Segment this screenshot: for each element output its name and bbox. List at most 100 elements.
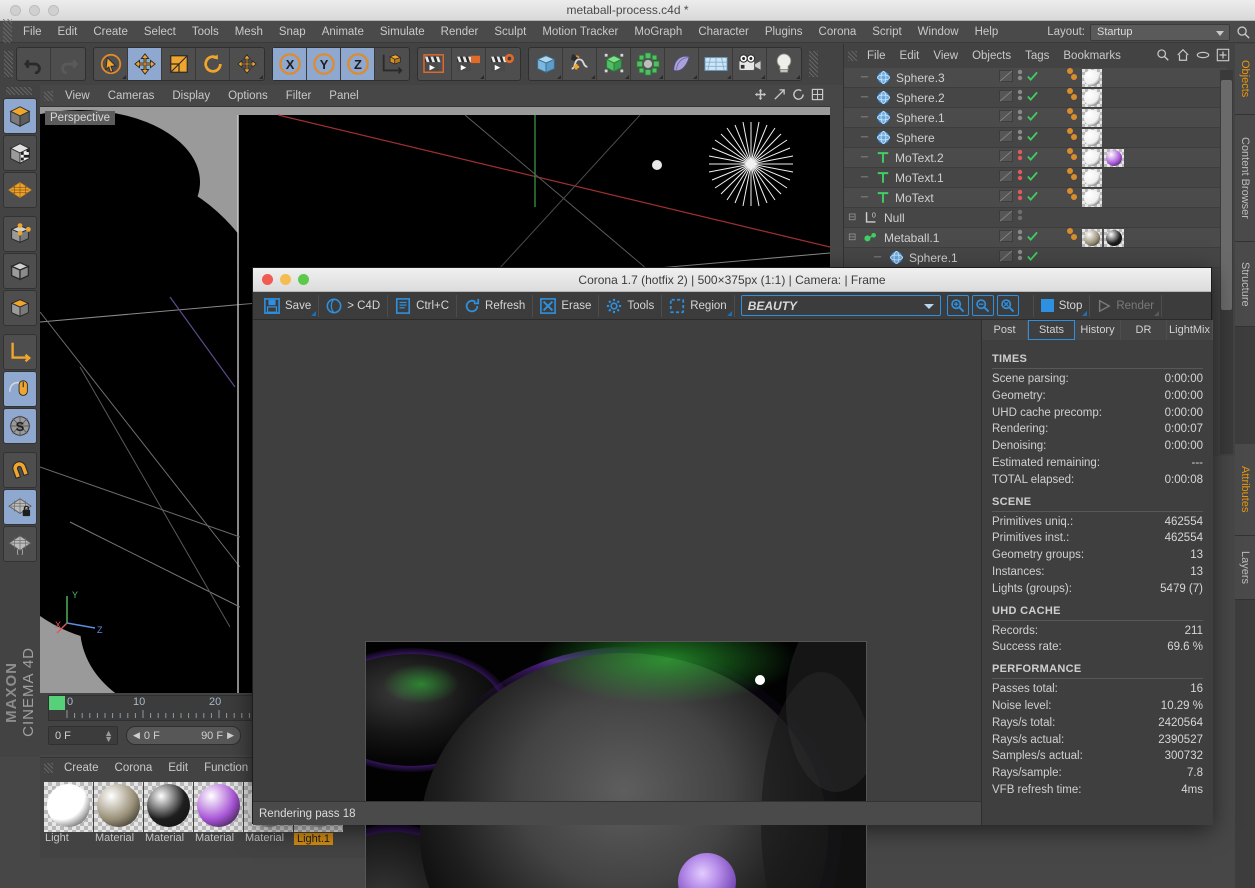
object-row[interactable]: ─ MoText <box>844 188 1227 208</box>
current-frame-marker[interactable] <box>49 696 65 710</box>
range-next-icon[interactable]: ▶ <box>227 730 234 741</box>
x-axis-lock-button[interactable]: X <box>273 48 307 80</box>
enabled-check-icon[interactable] <box>1027 189 1038 207</box>
material-menu-grip[interactable] <box>44 763 53 773</box>
material-thumbnail[interactable] <box>194 782 243 832</box>
vfb-erase-button[interactable]: Erase <box>533 294 600 317</box>
move-alt-tool-button[interactable] <box>230 48 264 80</box>
nurbs-generator-button[interactable] <box>597 48 631 80</box>
menubar-grip[interactable] <box>3 18 12 45</box>
points-mode-button[interactable] <box>3 216 37 252</box>
side-tab-structure[interactable]: Structure <box>1235 242 1255 327</box>
menu-item-character[interactable]: Character <box>690 23 757 41</box>
visibility-dots-icon[interactable] <box>1017 68 1023 87</box>
enabled-check-icon[interactable] <box>1027 169 1038 187</box>
polygons-mode-button[interactable] <box>3 290 37 326</box>
material-tag[interactable] <box>1082 188 1102 207</box>
material-item[interactable]: Material <box>94 782 143 850</box>
menu-item-edit[interactable]: Edit <box>50 23 86 41</box>
left-toolbar-grip[interactable] <box>5 87 32 95</box>
visibility-dots-icon[interactable] <box>1017 128 1023 147</box>
stats-tab-history[interactable]: History <box>1075 320 1121 340</box>
world-object-coord-button[interactable] <box>375 48 409 80</box>
menu-item-create[interactable]: Create <box>85 23 136 41</box>
zoom-out-button[interactable] <box>971 295 994 316</box>
object-row[interactable]: ─ MoText.2 <box>844 148 1227 168</box>
spline-pen-button[interactable] <box>563 48 597 80</box>
menu-item-simulate[interactable]: Simulate <box>372 23 433 41</box>
model-mode-button[interactable] <box>3 98 37 134</box>
floor-scene-button[interactable] <box>699 48 733 80</box>
vfb-save-button[interactable]: Save <box>257 294 320 317</box>
visibility-toggle-icon[interactable] <box>999 89 1013 107</box>
tag-dots-icon[interactable] <box>1066 107 1080 128</box>
stats-tab-post[interactable]: Post <box>982 320 1028 340</box>
menu-item-sculpt[interactable]: Sculpt <box>486 23 534 41</box>
menu-item-script[interactable]: Script <box>864 23 909 41</box>
undo-button[interactable] <box>17 48 51 80</box>
material-thumbnail[interactable] <box>144 782 193 832</box>
tag-dots-icon[interactable] <box>1066 167 1080 188</box>
rotate-view-icon[interactable] <box>792 88 805 101</box>
tag-dots-icon[interactable] <box>1066 147 1080 168</box>
viewport-menu-view[interactable]: View <box>56 88 99 104</box>
visibility-dots-icon[interactable] <box>1017 188 1023 207</box>
object-row[interactable]: ─ Sphere.1 <box>844 108 1227 128</box>
environment-button[interactable] <box>665 48 699 80</box>
layout-select[interactable]: Startup <box>1090 23 1230 41</box>
visibility-dots-icon[interactable] <box>1017 88 1023 107</box>
enabled-check-icon[interactable] <box>1027 229 1038 247</box>
select-tool-button[interactable] <box>94 48 128 80</box>
light-button[interactable] <box>767 48 801 80</box>
y-axis-lock-button[interactable]: Y <box>307 48 341 80</box>
toolbar-grip[interactable] <box>4 51 13 77</box>
search-icon[interactable] <box>1156 48 1170 62</box>
vfb-ctrl-c-button[interactable]: Ctrl+C <box>388 294 458 317</box>
viewport-menu-panel[interactable]: Panel <box>320 88 367 104</box>
material-tag[interactable] <box>1082 88 1102 107</box>
menu-item-mograph[interactable]: MoGraph <box>626 23 690 41</box>
menu-item-select[interactable]: Select <box>136 23 184 41</box>
stop-button[interactable]: Stop <box>1032 294 1091 317</box>
menu-item-render[interactable]: Render <box>433 23 487 41</box>
material-tag[interactable] <box>1082 228 1102 247</box>
menu-item-window[interactable]: Window <box>910 23 967 41</box>
camera-button[interactable] <box>733 48 767 80</box>
menu-item-motion-tracker[interactable]: Motion Tracker <box>534 23 626 41</box>
object-row[interactable]: ─ MoText.1 <box>844 168 1227 188</box>
object-row[interactable]: ─ Sphere <box>844 128 1227 148</box>
object-row[interactable]: ─ Sphere.1 <box>844 248 1227 268</box>
visibility-toggle-icon[interactable] <box>999 109 1013 127</box>
material-thumbnail[interactable] <box>94 782 143 832</box>
material-menu-corona[interactable]: Corona <box>107 760 161 776</box>
visibility-toggle-icon[interactable] <box>999 209 1013 227</box>
snap-button[interactable]: S <box>3 408 37 444</box>
material-item[interactable]: Light <box>44 782 93 850</box>
tag-dots-icon[interactable] <box>1066 187 1080 208</box>
visibility-toggle-icon[interactable] <box>999 249 1013 267</box>
material-item[interactable]: Material <box>194 782 243 850</box>
visibility-toggle-icon[interactable] <box>999 149 1013 167</box>
viewport-menu-grip[interactable] <box>44 90 53 101</box>
tag-dots-icon[interactable] <box>1066 87 1080 108</box>
render-pass-select[interactable]: BEAUTY <box>740 295 941 316</box>
scrollbar-thumb[interactable] <box>1221 80 1232 310</box>
object-row[interactable]: ⊟ 0 Null <box>844 208 1227 228</box>
menu-item-snap[interactable]: Snap <box>271 23 314 41</box>
stats-tab-stats[interactable]: Stats <box>1028 320 1075 340</box>
move-view-icon[interactable] <box>754 88 767 101</box>
menu-item-corona[interactable]: Corona <box>811 23 865 41</box>
visibility-dots-icon[interactable] <box>1017 208 1023 227</box>
new-tab-icon[interactable] <box>1216 48 1230 62</box>
object-manager-scrollbar[interactable] <box>1220 70 1233 454</box>
home-icon[interactable] <box>1176 48 1190 62</box>
enabled-check-icon[interactable] <box>1027 69 1038 87</box>
tag-dots-icon[interactable] <box>1066 68 1080 88</box>
menu-item-plugins[interactable]: Plugins <box>757 23 811 41</box>
menu-item-tools[interactable]: Tools <box>184 23 227 41</box>
rendered-image[interactable] <box>365 641 867 888</box>
render-view-button[interactable] <box>418 48 452 80</box>
viewport-menu-options[interactable]: Options <box>219 88 277 104</box>
dropdown-corner-icon[interactable] <box>726 310 732 316</box>
material-tag[interactable] <box>1082 68 1102 87</box>
